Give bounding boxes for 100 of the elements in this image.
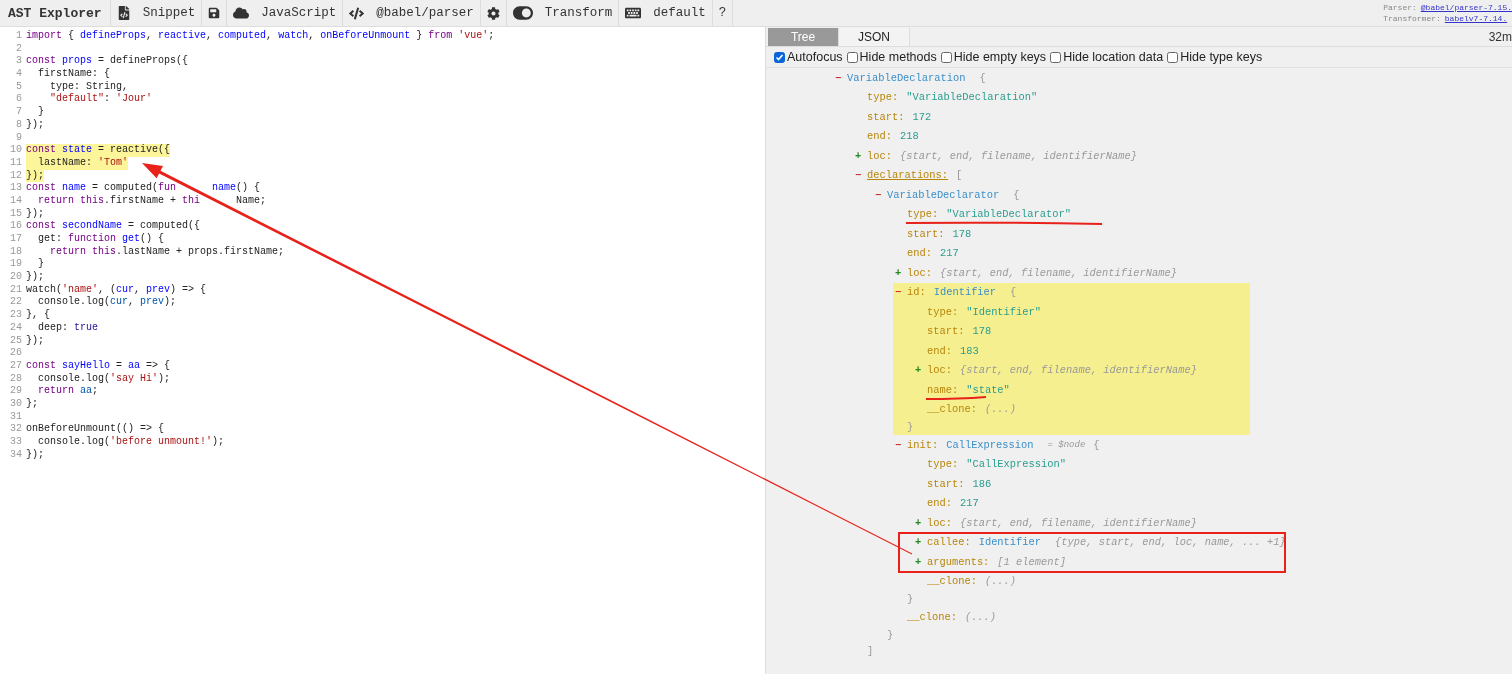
code-line: console.log('say Hi'); — [37, 372, 171, 386]
line-number: 33 — [9, 436, 23, 449]
tree-value: "Identifier" — [966, 305, 1041, 318]
help-button[interactable]: ? — [712, 0, 734, 26]
node-type[interactable]: CallExpression — [946, 438, 1034, 451]
line-number: 30 — [9, 397, 23, 411]
line-number: 26 — [9, 347, 23, 360]
node-type[interactable]: VariableDeclaration — [847, 71, 966, 84]
code-line: console.log(cur, prev); — [37, 296, 177, 309]
parse-time: 32m — [1488, 29, 1512, 44]
code-line: return this.firstName + thi Name; — [37, 194, 267, 208]
expand-toggle[interactable]: − — [855, 169, 867, 182]
line-number: 29 — [9, 385, 23, 398]
app-title: AST Explorer — [0, 0, 111, 26]
code-icon — [349, 5, 365, 21]
tree-key: end: — [927, 497, 952, 510]
underline-annotation — [925, 396, 987, 400]
code-line: watch('name', (cur, prev) => { — [26, 283, 207, 296]
tree-key: end: — [907, 247, 932, 260]
option-checkbox[interactable]: Hide location data — [1050, 50, 1164, 64]
code-line: const name = computed(fun name() { — [26, 182, 261, 195]
code-line: firstName: { — [37, 68, 110, 81]
expand-toggle[interactable]: − — [895, 438, 907, 451]
open-brace: { — [979, 71, 986, 84]
line-number: 13 — [9, 182, 23, 195]
tree-key: end: — [867, 130, 892, 143]
close-brace: } — [907, 421, 914, 433]
expand-toggle[interactable]: + — [915, 536, 927, 549]
transform-button[interactable]: Transform — [506, 0, 620, 26]
tree-value: "state" — [966, 383, 1010, 396]
version-link[interactable]: @babel/parser-7.15. — [1420, 2, 1512, 13]
line-number: 20 — [9, 271, 23, 284]
expand-toggle[interactable]: − — [835, 71, 847, 84]
tree-key: loc: — [867, 149, 892, 162]
tree-key: start: — [867, 110, 905, 123]
tree-key: loc: — [927, 516, 952, 529]
tree-value: "CallExpression" — [966, 458, 1066, 471]
tree-key: loc: — [907, 266, 932, 279]
version-link[interactable]: babelv7-7.14. — [1444, 13, 1508, 24]
tree-value: 178 — [972, 325, 992, 338]
tree-key: type: — [867, 91, 899, 104]
line-number: 18 — [9, 245, 23, 259]
tree-key: arguments: — [927, 555, 990, 568]
line-number: 3 — [15, 55, 23, 69]
option-checkbox[interactable]: Hide empty keys — [940, 50, 1047, 64]
code-line: get: function get() { — [37, 233, 165, 246]
code-line: } — [37, 106, 44, 119]
tree-value: (...) — [984, 403, 1017, 416]
tree-key: loc: — [927, 364, 952, 377]
expand-toggle[interactable]: + — [855, 149, 867, 162]
code-line: } — [37, 258, 44, 271]
version-label: Transformer: — [1383, 13, 1441, 24]
file-code-icon — [116, 6, 131, 20]
option-checkbox[interactable]: Hide methods — [846, 50, 937, 64]
settings-icon — [486, 6, 500, 20]
node-type[interactable]: VariableDeclarator — [887, 188, 1000, 201]
code-line: return aa; — [37, 385, 99, 398]
expand-toggle[interactable]: − — [875, 188, 887, 201]
line-number: 34 — [9, 448, 23, 462]
node-type[interactable]: Identifier — [933, 286, 997, 299]
node-summary: {start, end, filename, identifierName} — [899, 149, 1137, 162]
expand-toggle[interactable]: + — [915, 555, 927, 568]
tree-value: (...) — [964, 610, 997, 623]
code-line: const secondName = computed({ — [26, 220, 201, 233]
output-tab[interactable]: Tree — [768, 28, 839, 46]
keymap-button[interactable]: default — [619, 0, 713, 26]
tree-key: init: — [907, 438, 939, 451]
code-line: }); — [26, 448, 44, 462]
option-checkbox[interactable]: Hide type keys — [1167, 50, 1263, 64]
line-number: 2 — [15, 42, 23, 56]
save-icon — [208, 7, 221, 19]
line-number: 8 — [15, 118, 23, 132]
expand-toggle[interactable]: + — [915, 364, 927, 377]
tree-key: type: — [927, 305, 959, 318]
close-brace: ] — [867, 644, 874, 657]
line-number: 10 — [9, 144, 23, 157]
line-number: 27 — [9, 359, 23, 373]
language-button[interactable]: JavaScript — [227, 0, 344, 26]
line-number: 24 — [9, 321, 23, 335]
option-checkbox[interactable]: Autofocus — [774, 50, 843, 64]
code-line: onBeforeUnmount(() => { — [26, 423, 165, 436]
line-number: 23 — [9, 309, 23, 322]
code-line: }); — [26, 207, 44, 221]
line-number: 14 — [9, 194, 23, 208]
snippet-button[interactable]: Snippet — [110, 0, 203, 26]
tree-value: 172 — [912, 110, 932, 123]
node-summary: {type, start, end, loc, name, ... +1} — [1055, 536, 1286, 549]
expand-toggle[interactable]: + — [915, 516, 927, 529]
tree-value: 217 — [959, 497, 979, 510]
expand-toggle[interactable]: + — [895, 266, 907, 279]
tree-value: 218 — [899, 130, 919, 143]
parser-button[interactable]: @babel/parser — [343, 0, 481, 26]
tree-key: start: — [927, 325, 965, 338]
node-summary: {start, end, filename, identifierName} — [959, 364, 1197, 377]
line-number: 31 — [9, 410, 23, 424]
code-line: }, { — [26, 309, 50, 322]
expand-toggle[interactable]: − — [895, 286, 907, 299]
node-type[interactable]: Identifier — [978, 536, 1041, 549]
tree-key: start: — [927, 477, 965, 490]
code-line: "default": 'Jour' — [49, 93, 153, 107]
